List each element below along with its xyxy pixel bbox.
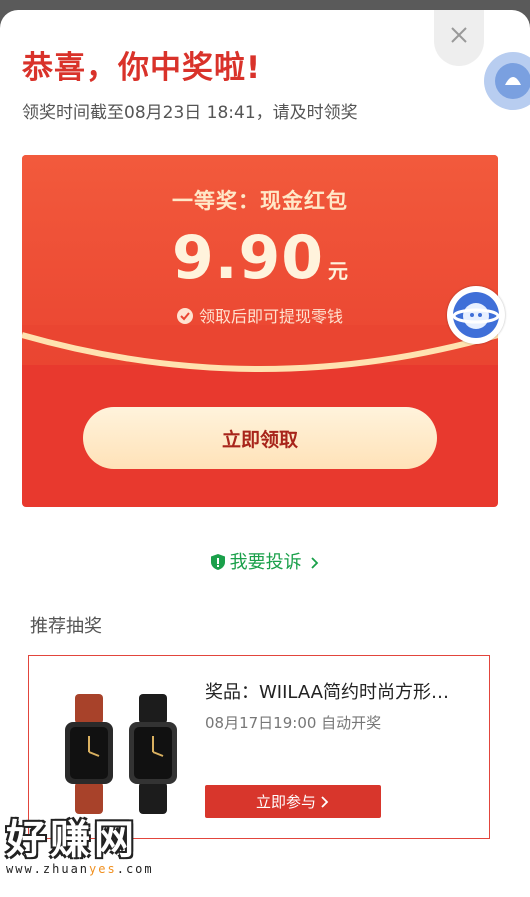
close-icon — [451, 27, 467, 43]
join-button[interactable]: 立即参与 — [205, 785, 381, 818]
prize-amount-row: 9.90 元 — [22, 223, 498, 293]
page-title: 恭喜，你中奖啦! — [22, 50, 262, 86]
check-icon — [176, 308, 193, 324]
recommend-time: 08月17日19:00 自动开奖 — [205, 714, 382, 732]
prize-amount: 9.90 — [171, 223, 325, 293]
complain-link[interactable]: 我要投诉 — [0, 548, 530, 574]
prize-unit: 元 — [328, 259, 349, 283]
prize-hint: 领取后即可提现零钱 — [22, 303, 498, 327]
prize-hint-text: 领取后即可提现零钱 — [198, 307, 343, 326]
floating-assistant-button[interactable] — [484, 52, 530, 110]
chevron-right-icon — [311, 557, 319, 569]
watermark-url-highlight: yes — [89, 862, 117, 876]
join-label: 立即参与 — [255, 793, 316, 811]
prize-card: 一等奖：现金红包 9.90 元 领取后即可提现零钱 立即领取 — [22, 155, 498, 507]
planet-avatar-icon — [452, 292, 500, 338]
avatar-bubble-icon — [495, 63, 530, 99]
claim-deadline: 领奖时间截至08月23日 18:41，请及时领奖 — [22, 103, 358, 123]
side-assistant-button[interactable] — [447, 286, 505, 344]
watermark-url-suffix: .com — [116, 862, 154, 876]
close-button[interactable] — [434, 10, 484, 66]
watermark-url: www.zhuanyes.com — [6, 862, 191, 876]
recommend-title: 奖品：WIILAA简约时尚方形… — [205, 682, 449, 703]
prize-sheet: 恭喜，你中奖啦! 领奖时间截至08月23日 18:41，请及时领奖 一等奖：现金… — [0, 10, 530, 897]
watermark-main: 好赚网 — [6, 817, 138, 863]
prize-name: 一等奖：现金红包 — [172, 189, 348, 213]
card-curve-divider — [22, 325, 498, 372]
section-title-recommend: 推荐抽奖 — [30, 616, 102, 637]
product-image — [65, 694, 177, 814]
shield-icon — [210, 554, 225, 570]
claim-button[interactable]: 立即领取 — [83, 407, 437, 469]
recommend-card[interactable]: 奖品：WIILAA简约时尚方形… 08月17日19:00 自动开奖 立即参与 — [28, 655, 490, 839]
complain-label: 我要投诉 — [229, 552, 302, 573]
watermark-logo: 好赚网 www.zhuanyes.com — [6, 818, 191, 884]
chevron-right-icon — [321, 795, 329, 808]
watermark-url-prefix: www.zhuan — [6, 862, 90, 876]
